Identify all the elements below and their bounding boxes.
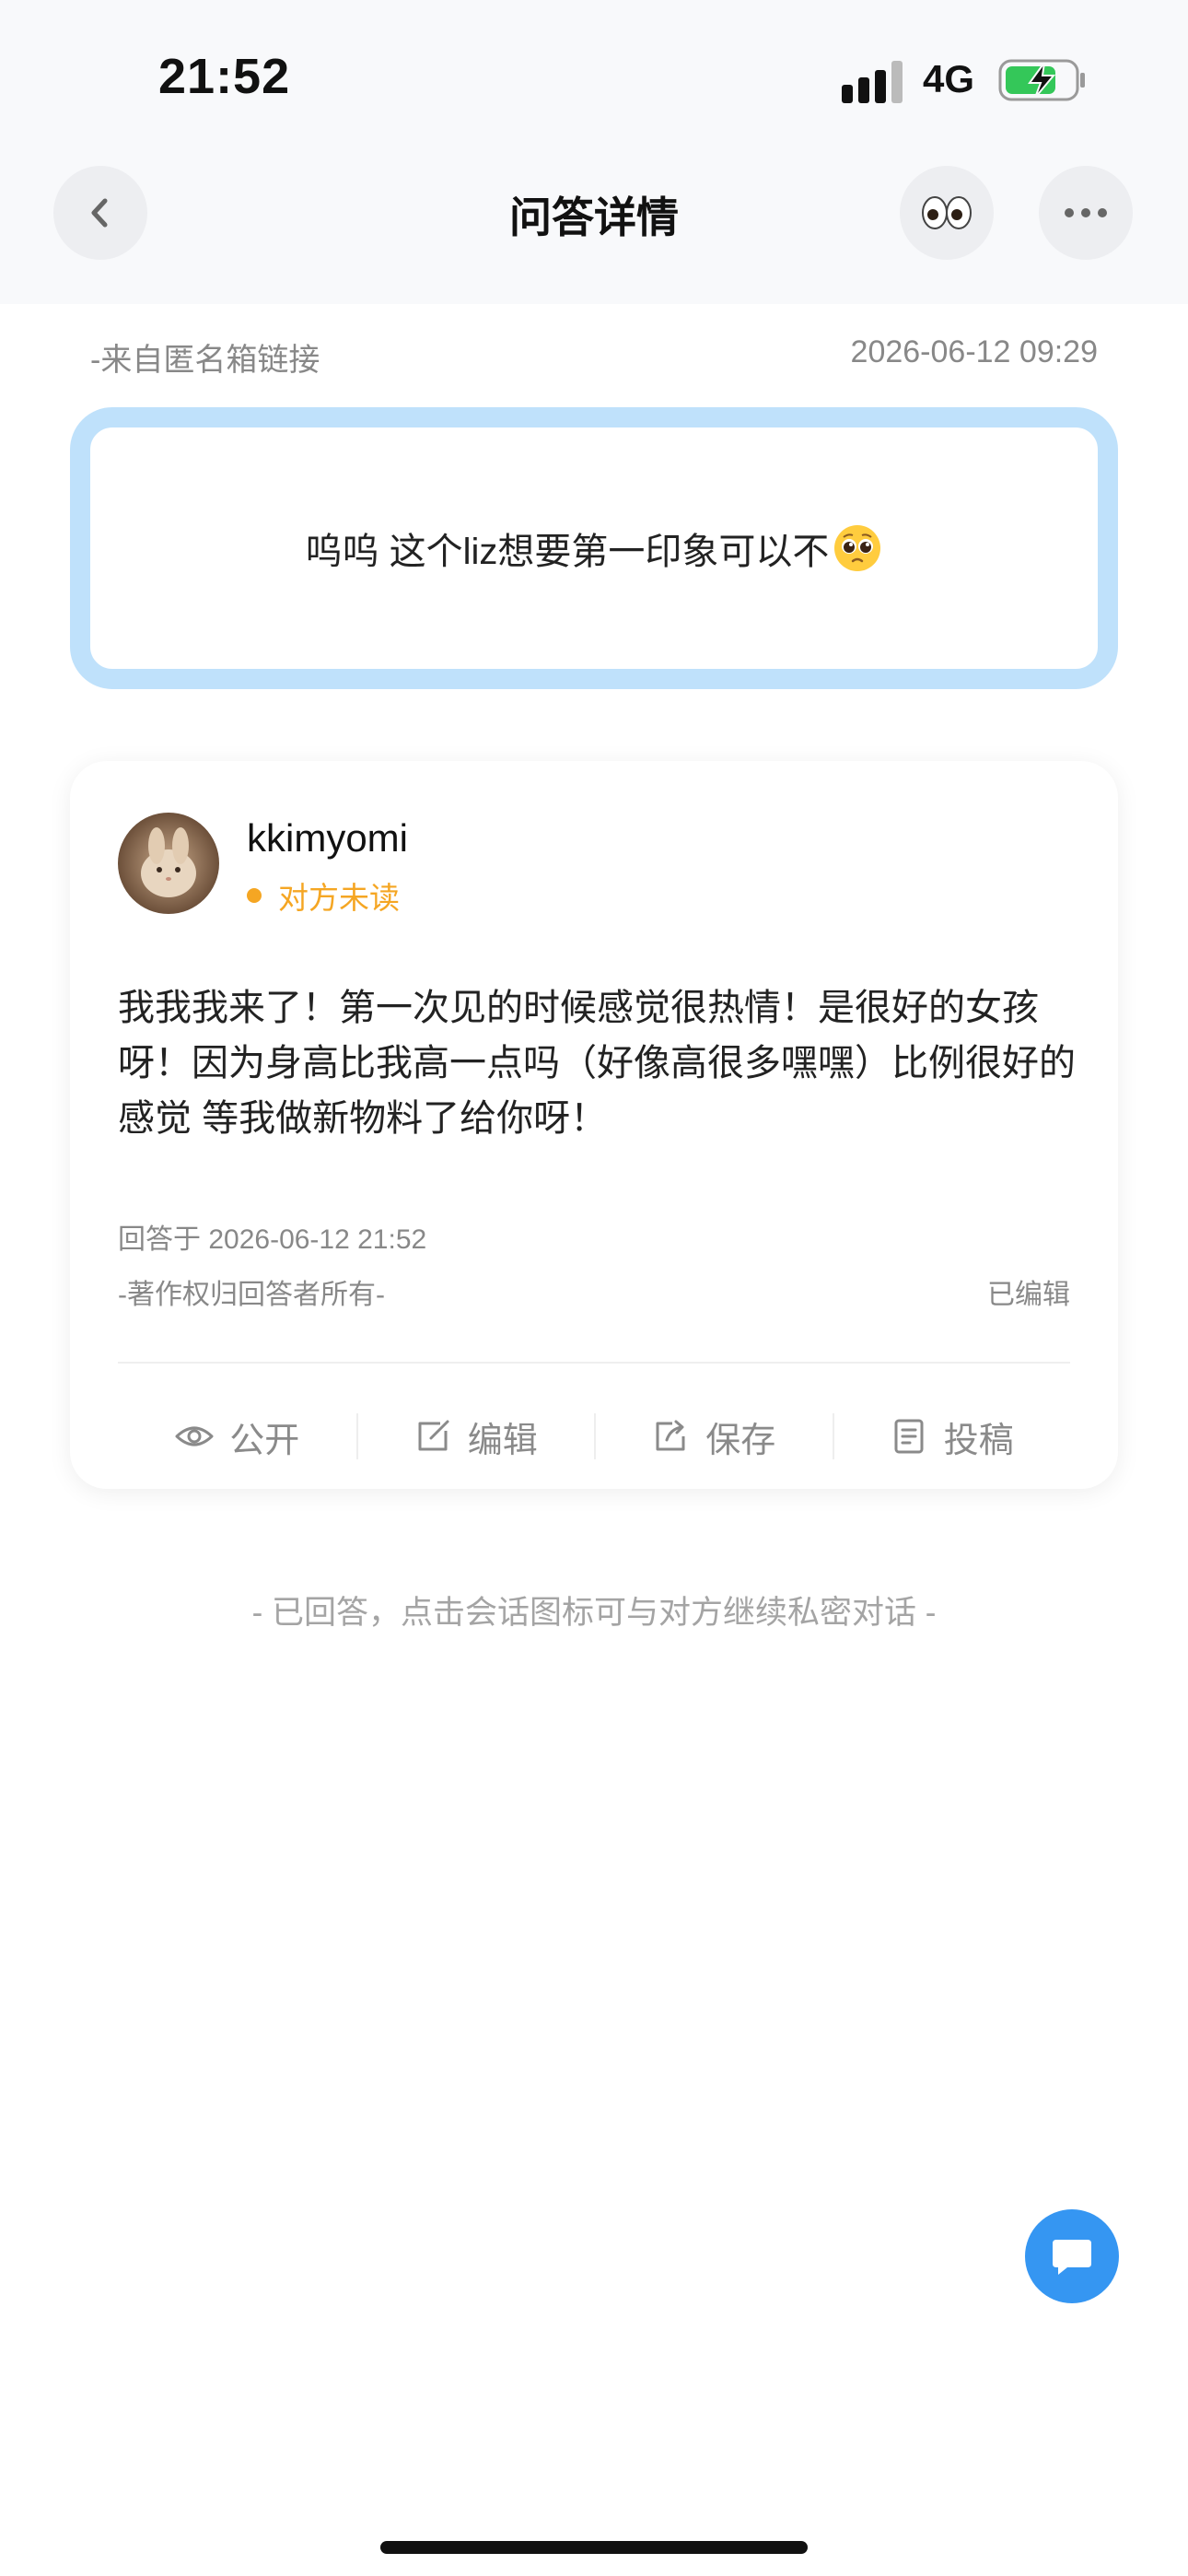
footer-note: - 已回答，点击会话图标可与对方继续私密对话 - [251, 1595, 937, 1631]
battery-charging-icon [998, 59, 1085, 101]
home-indicator [380, 2541, 808, 2554]
answer-time: 回答于 2026-06-12 21:52 [118, 1224, 427, 1255]
divider [118, 1362, 1070, 1364]
question-timestamp: 2026-06-12 09:29 [850, 334, 1098, 369]
read-status-label: 对方未读 [278, 881, 400, 915]
signal-icon [842, 61, 903, 103]
more-button[interactable] [1039, 166, 1133, 260]
question-content: 呜呜 这个liz想要第一印象可以不 [306, 521, 883, 575]
public-label: 公开 [229, 1421, 300, 1460]
question-text: 呜呜 这个liz想要第一印象可以不 [305, 532, 830, 572]
eyes-button[interactable] [900, 166, 994, 260]
page-title: 问答详情 [509, 193, 679, 241]
chat-bubble-icon [1053, 2240, 1091, 2275]
eye-icon [175, 1426, 214, 1446]
share-icon [656, 1420, 685, 1451]
unread-dot-icon [247, 888, 262, 903]
save-button[interactable]: 保存 [594, 1404, 833, 1469]
save-label: 保存 [705, 1421, 776, 1460]
copyright-note: -著作权归回答者所有- [118, 1280, 385, 1310]
rabbit-avatar-image [118, 813, 219, 914]
question-card[interactable]: 呜呜 这个liz想要第一印象可以不 [70, 407, 1118, 689]
edit-button[interactable]: 编辑 [355, 1404, 595, 1469]
submit-label: 投稿 [943, 1421, 1014, 1460]
submit-button[interactable]: 投稿 [832, 1404, 1071, 1469]
public-button[interactable]: 公开 [118, 1404, 356, 1469]
chat-button[interactable] [1025, 2209, 1119, 2303]
answer-body: 我我我来了！第一次见的时候感觉很热情！是很好的女孩呀！因为身高比我高一点吗（好像… [118, 988, 1076, 1139]
edited-label: 已编辑 [987, 1280, 1070, 1310]
more-dots-icon [1065, 208, 1107, 217]
eyes-emoji-icon [922, 196, 972, 229]
submit-doc-icon [894, 1419, 924, 1454]
answerer-username[interactable]: kkimyomi [247, 816, 408, 861]
answer-card: kkimyomi 对方未读 我我我来了！第一次见的时候感觉很热情！是很好的女孩呀… [70, 761, 1118, 1489]
action-bar: 公开 编辑 保存 投稿 [118, 1404, 1070, 1469]
read-status: 对方未读 [247, 873, 400, 918]
top-bar: 21:52 4G 问答详情 [0, 0, 1188, 304]
pleading-face-emoji-icon [834, 525, 881, 571]
question-source: -来自匿名箱链接 [90, 343, 320, 378]
network-type: 4G [923, 57, 975, 100]
edit-icon [418, 1420, 449, 1451]
edit-label: 编辑 [467, 1421, 538, 1460]
status-time: 21:52 [158, 49, 291, 104]
avatar[interactable] [118, 813, 219, 914]
